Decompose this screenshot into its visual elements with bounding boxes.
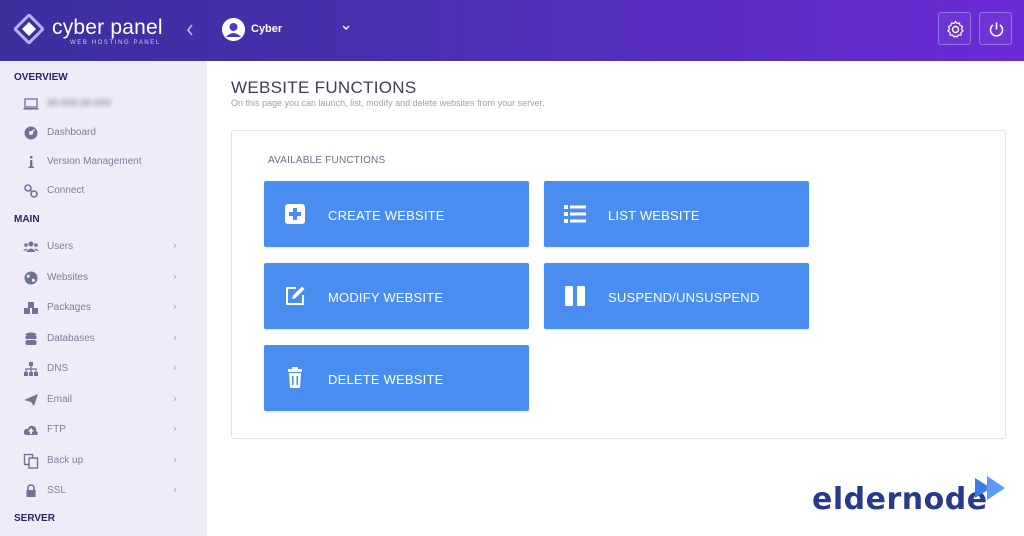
sidebar-item-label: Dashboard xyxy=(47,127,96,138)
cloud-upload-icon xyxy=(23,425,38,435)
section-main: MAIN xyxy=(14,214,40,225)
sidebar-item-label: Websites xyxy=(47,272,88,283)
chevron-right-icon: › xyxy=(173,423,177,435)
backup-icon xyxy=(23,453,39,469)
chevron-right-icon: › xyxy=(173,332,177,344)
page-subtitle: On this page you can launch, list, modif… xyxy=(231,98,545,108)
settings-button[interactable] xyxy=(938,12,971,45)
section-server: SERVER xyxy=(14,513,55,524)
button-label: LIST WEBSITE xyxy=(608,208,700,223)
sidebar-item-label: FTP xyxy=(47,424,66,435)
chevron-right-icon: › xyxy=(173,362,177,374)
page-title: WEBSITE FUNCTIONS xyxy=(231,78,417,97)
sidebar-item-email[interactable]: Email › xyxy=(0,387,207,413)
sidebar-item-dashboard[interactable]: Dashboard xyxy=(0,120,207,146)
sidebar-item-connect[interactable]: Connect xyxy=(0,178,207,204)
user-avatar-icon xyxy=(222,17,245,41)
chevron-left-icon xyxy=(187,24,193,36)
modify-website-button[interactable]: MODIFY WEBSITE xyxy=(264,263,529,329)
logo-subtext: WEB HOSTING PANEL xyxy=(70,40,161,46)
sidebar-item-websites[interactable]: Websites › xyxy=(0,265,207,291)
sidebar-item-label: Back up xyxy=(47,455,84,466)
sidebar-item-backup[interactable]: Back up › xyxy=(0,448,207,474)
sidebar-item-label: Packages xyxy=(47,302,91,313)
link-icon xyxy=(24,184,38,198)
delete-website-button[interactable]: DELETE WEBSITE xyxy=(264,345,529,411)
sidebar-item-users[interactable]: Users › xyxy=(0,234,207,260)
power-icon xyxy=(989,22,1004,37)
users-icon xyxy=(23,241,39,252)
button-label: SUSPEND/UNSUSPEND xyxy=(608,290,760,305)
chevron-right-icon: › xyxy=(173,271,177,283)
dashboard-icon xyxy=(24,126,38,140)
play-arrows-icon xyxy=(975,476,1005,500)
edit-icon xyxy=(286,286,305,305)
lock-icon xyxy=(26,484,36,497)
chevron-down-icon xyxy=(342,25,350,30)
list-icon xyxy=(564,205,586,223)
eldernode-watermark: eldernode xyxy=(812,474,1007,524)
sidebar-item-databases[interactable]: Databases › xyxy=(0,326,207,352)
sitemap-icon xyxy=(24,362,38,376)
sidebar-collapse-button[interactable] xyxy=(184,20,196,40)
cyberpanel-logo-icon xyxy=(14,14,44,44)
list-website-button[interactable]: LIST WEBSITE xyxy=(544,181,809,247)
paper-plane-icon xyxy=(24,394,38,406)
user-name: Cyber xyxy=(251,23,283,35)
sidebar-item-ftp[interactable]: FTP › xyxy=(0,417,207,443)
gear-icon xyxy=(947,20,964,38)
sidebar-item-label: Email xyxy=(47,394,73,405)
button-label: CREATE WEBSITE xyxy=(328,208,445,223)
panel-label: AVAILABLE FUNCTIONS xyxy=(268,155,386,166)
sidebar-item-dns[interactable]: DNS › xyxy=(0,356,207,382)
create-website-button[interactable]: CREATE WEBSITE xyxy=(264,181,529,247)
sidebar-item-label: Connect xyxy=(47,185,85,196)
button-label: MODIFY WEBSITE xyxy=(328,290,444,305)
sidebar-item-label: SSL xyxy=(47,485,66,496)
sidebar-item-label: 00.000.00.000 xyxy=(47,98,111,109)
trash-icon xyxy=(288,367,302,388)
sidebar: OVERVIEW 00.000.00.000 Dashboard Version… xyxy=(0,61,207,536)
chevron-right-icon: › xyxy=(173,454,177,466)
info-icon xyxy=(28,156,34,168)
database-icon xyxy=(25,332,37,345)
plus-square-icon xyxy=(285,204,305,224)
logout-button[interactable] xyxy=(979,12,1012,45)
cyberpanel-logo[interactable]: cyber panel WEB HOSTING PANEL xyxy=(14,14,164,48)
user-menu[interactable]: Cyber xyxy=(222,16,350,42)
pause-icon xyxy=(565,286,585,306)
sidebar-item-label: Users xyxy=(47,241,74,252)
monitor-icon xyxy=(23,98,39,110)
top-header: cyber panel WEB HOSTING PANEL Cyber xyxy=(0,0,1024,61)
sidebar-item-ssl[interactable]: SSL › xyxy=(0,478,207,504)
watermark-text: eldernode xyxy=(812,482,988,517)
button-label: DELETE WEBSITE xyxy=(328,372,444,387)
sidebar-item-version-management[interactable]: Version Management xyxy=(0,149,207,175)
packages-icon xyxy=(24,302,38,314)
chevron-right-icon: › xyxy=(173,393,177,405)
sidebar-item-label: DNS xyxy=(47,363,69,374)
suspend-unsuspend-button[interactable]: SUSPEND/UNSUSPEND xyxy=(544,263,809,329)
chevron-right-icon: › xyxy=(173,484,177,496)
logo-text: cyber panel xyxy=(52,16,163,39)
sidebar-item-server-ip[interactable]: 00.000.00.000 xyxy=(0,91,207,117)
chevron-right-icon: › xyxy=(173,301,177,313)
chevron-right-icon: › xyxy=(173,240,177,252)
sidebar-item-label: Databases xyxy=(47,333,95,344)
section-overview: OVERVIEW xyxy=(14,72,68,83)
globe-icon xyxy=(24,271,38,285)
sidebar-item-packages[interactable]: Packages › xyxy=(0,295,207,321)
sidebar-item-label: Version Management xyxy=(47,156,142,167)
